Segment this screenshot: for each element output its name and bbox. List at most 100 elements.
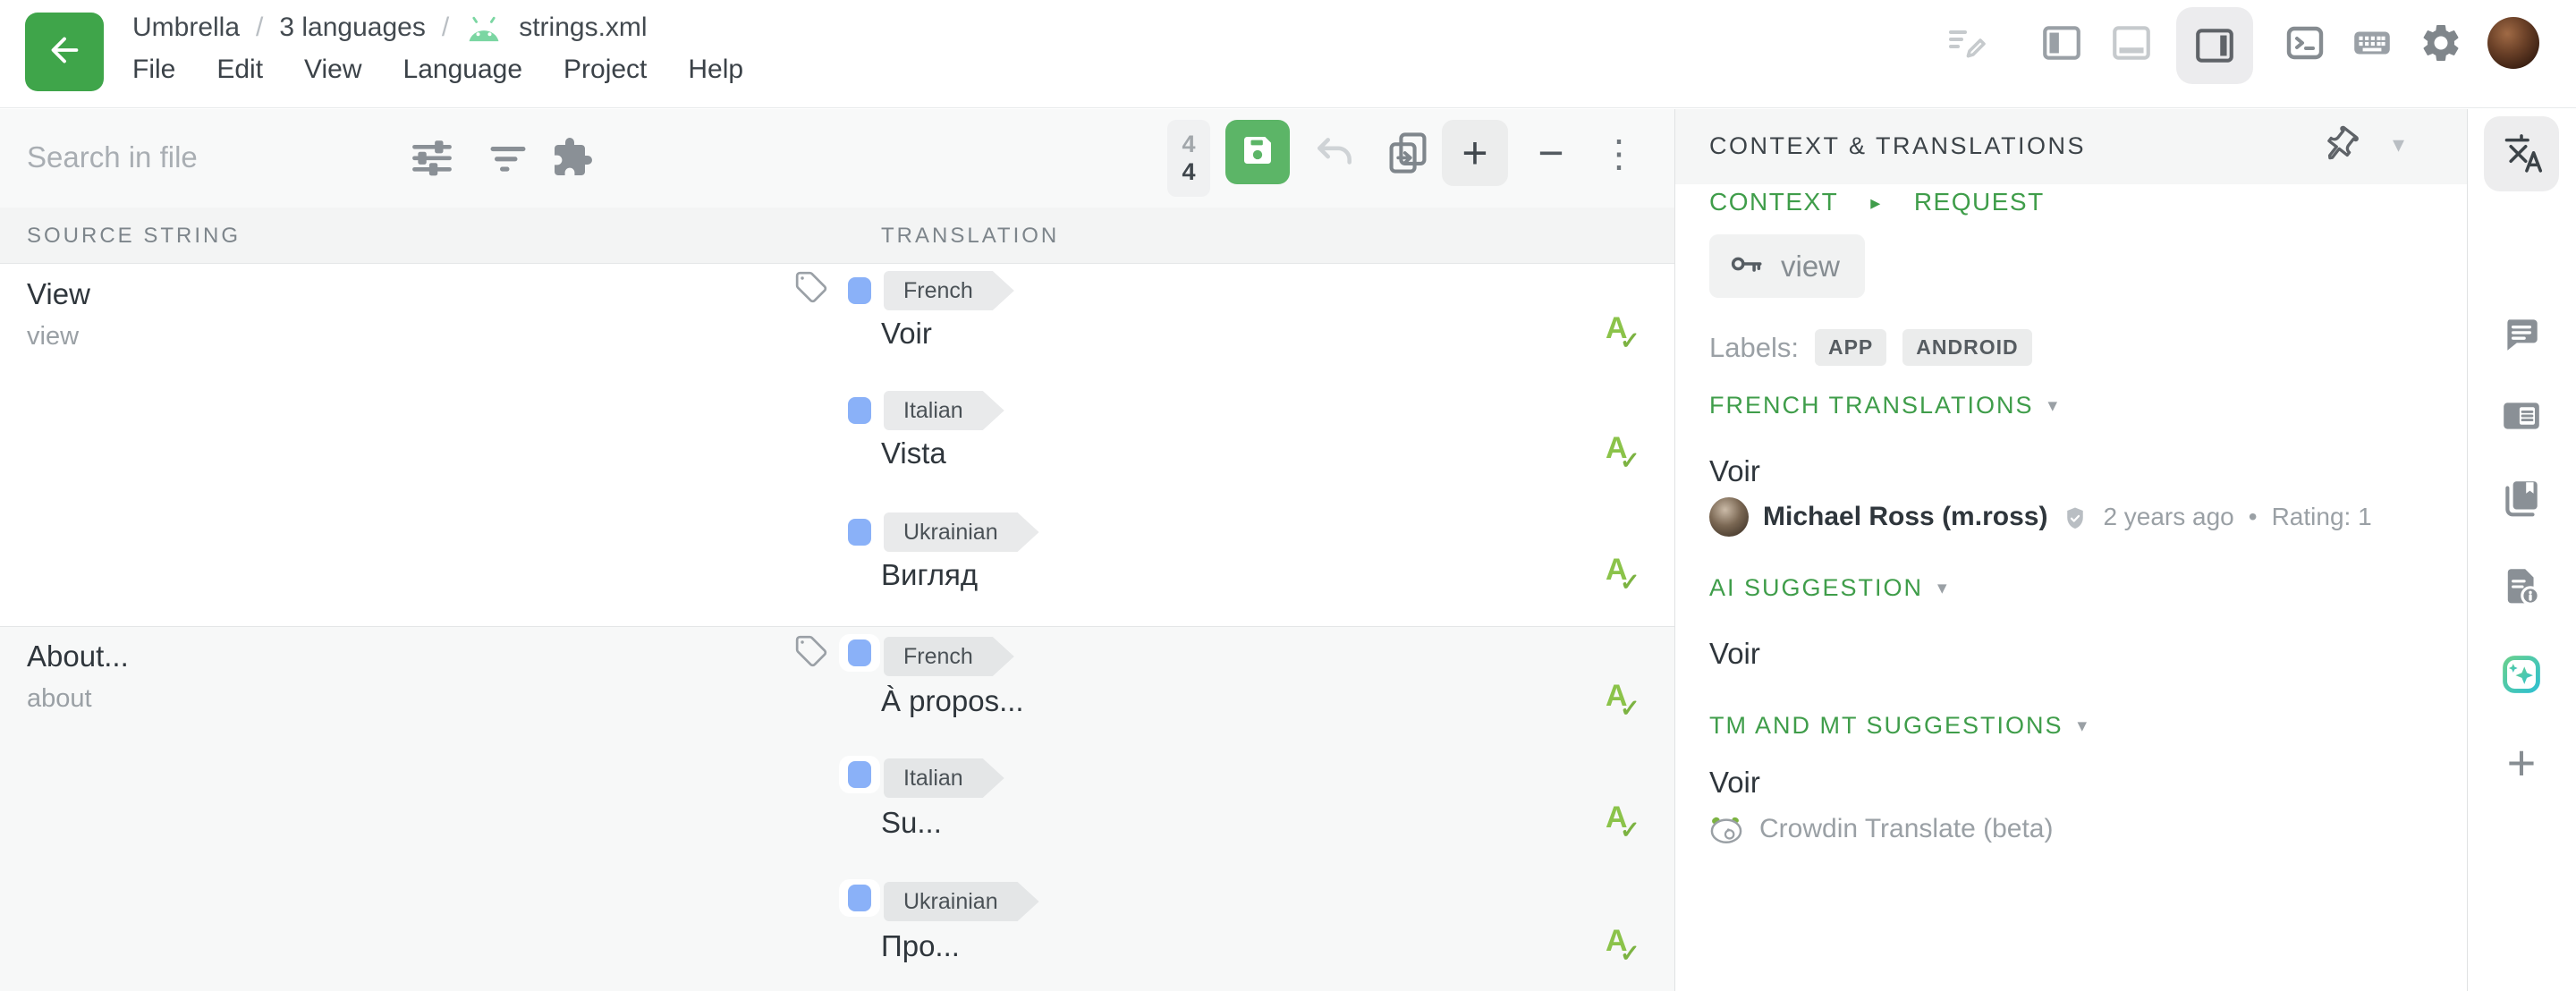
file-info-tab-icon[interactable] — [2498, 563, 2545, 610]
more-dots-icon: ⋮ — [1600, 131, 1638, 175]
remove-string-button[interactable]: − — [1521, 120, 1581, 186]
more-options-button[interactable]: ⋮ — [1594, 120, 1644, 186]
breadcrumb-file[interactable]: strings.xml — [519, 13, 647, 43]
translation-row-italian[interactable]: Su... — [881, 806, 942, 840]
approved-icon: A✓ — [1606, 553, 1645, 596]
translation-row-ukrainian[interactable]: Вигляд — [881, 558, 978, 592]
translation-author-row: Michael Ross (m.ross) 2 years ago • Rati… — [1709, 497, 2372, 537]
translation-status-bullet — [839, 756, 880, 793]
language-tag-label: Italian — [903, 766, 963, 792]
dot-separator: • — [2249, 503, 2258, 531]
translation-row-french[interactable]: À propos... — [881, 684, 1024, 718]
crowdin-editor-window: Umbrella / 3 languages / strings.xml Fil… — [0, 0, 2576, 991]
key-icon — [1727, 245, 1765, 287]
breadcrumb-languages[interactable]: 3 languages — [279, 13, 425, 43]
request-changes-icon[interactable] — [1942, 18, 1992, 68]
filter-settings-icon[interactable] — [407, 132, 457, 182]
menu-help[interactable]: Help — [688, 55, 743, 85]
breadcrumb-separator: / — [442, 13, 449, 43]
add-panel-tab-icon[interactable]: + — [2498, 740, 2545, 786]
settings-gear-icon[interactable] — [2416, 18, 2466, 68]
panel-left-toggle[interactable] — [2037, 18, 2087, 68]
string-key-chip[interactable]: view — [1709, 234, 1865, 298]
approved-icon: A✓ — [1606, 431, 1645, 474]
panel-tabs: CONTEXT ▸ REQUEST — [1709, 188, 2045, 216]
approved-icon: A✓ — [1606, 800, 1645, 843]
ai-suggestion-text[interactable]: Voir — [1709, 637, 1760, 671]
string-row-about[interactable]: About... about French À propos... A✓ Ita… — [0, 626, 1674, 991]
breadcrumb-project[interactable]: Umbrella — [132, 13, 240, 43]
suggestion-provider-row: Crowdin Translate (beta) — [1709, 814, 2053, 844]
provider-name: Crowdin Translate (beta) — [1759, 814, 2053, 844]
translation-status-bullet — [839, 634, 880, 672]
french-translations-section-header[interactable]: FRENCH TRANSLATIONS ▾ — [1709, 392, 2059, 419]
context-card-tab-icon[interactable] — [2498, 393, 2545, 439]
copy-source-button[interactable] — [1380, 120, 1436, 186]
save-button[interactable] — [1225, 120, 1290, 184]
string-key-text: view — [1781, 250, 1840, 284]
panel-header: CONTEXT & TRANSLATIONS ▾ — [1675, 109, 2468, 184]
label-chip-android: ANDROID — [1902, 329, 2031, 366]
string-row-view[interactable]: View view French Voir A✓ Italian Vista A… — [0, 265, 1674, 626]
back-button[interactable] — [25, 13, 104, 91]
pin-icon[interactable] — [2318, 123, 2362, 168]
panel-right-toggle[interactable] — [2176, 7, 2253, 84]
label-tag-icon[interactable] — [794, 634, 830, 670]
string-counts-badge: 4 4 — [1167, 120, 1210, 197]
glossary-book-tab-icon[interactable] — [2498, 475, 2545, 521]
caret-down-icon: ▾ — [1937, 577, 1949, 599]
save-floppy-icon — [1240, 132, 1275, 173]
filter-list-icon[interactable] — [483, 132, 533, 182]
tab-context[interactable]: CONTEXT — [1709, 188, 1838, 216]
panel-bottom-toggle[interactable] — [2106, 18, 2157, 68]
comments-tab-icon[interactable] — [2498, 311, 2545, 358]
translation-row-french[interactable]: Voir — [881, 317, 932, 351]
label-tag-icon[interactable] — [794, 270, 830, 306]
menu-language[interactable]: Language — [403, 55, 522, 85]
back-arrow-icon — [44, 30, 85, 75]
add-string-button[interactable]: + — [1442, 120, 1508, 186]
label-chip-app: APP — [1815, 329, 1886, 366]
panel-collapse-caret[interactable]: ▾ — [2393, 131, 2404, 158]
string-list: View view French Voir A✓ Italian Vista A… — [0, 265, 1674, 991]
menu-edit[interactable]: Edit — [216, 55, 263, 85]
author-name[interactable]: Michael Ross (m.ross) — [1763, 502, 2047, 532]
menu-view[interactable]: View — [304, 55, 361, 85]
keyboard-shortcuts-icon[interactable] — [2347, 18, 2397, 68]
menu-project[interactable]: Project — [564, 55, 647, 85]
context-expand-icon: ▸ — [1870, 191, 1882, 215]
count-bottom: 4 — [1182, 158, 1195, 186]
menu-file[interactable]: File — [132, 55, 175, 85]
breadcrumb: Umbrella / 3 languages / strings.xml — [132, 9, 648, 47]
language-tag-label: Ukrainian — [903, 520, 998, 546]
breadcrumb-separator: / — [256, 13, 263, 43]
user-avatar[interactable] — [2487, 17, 2539, 69]
count-top: 4 — [1182, 131, 1195, 158]
translation-rating: Rating: 1 — [2272, 503, 2372, 531]
approved-icon: A✓ — [1606, 924, 1645, 967]
minus-icon: − — [1538, 127, 1563, 179]
source-text: About... — [27, 639, 129, 673]
section-title: AI SUGGESTION — [1709, 574, 1923, 602]
editor-toolbar: 4 4 + − ⋮ — [0, 109, 1674, 208]
undo-button[interactable] — [1308, 120, 1361, 186]
translations-tab-icon[interactable] — [2484, 116, 2559, 191]
translation-row-ukrainian[interactable]: Про... — [881, 929, 960, 963]
tm-mt-suggestions-section-header[interactable]: TM AND MT SUGGESTIONS ▾ — [1709, 712, 2089, 740]
tab-request[interactable]: REQUEST — [1914, 188, 2045, 216]
translation-status-bullet — [839, 879, 880, 917]
language-tag-french: French — [884, 271, 1014, 310]
language-tag-label: French — [903, 644, 973, 670]
ai-assistant-tab-icon[interactable] — [2498, 651, 2545, 698]
console-icon[interactable] — [2280, 18, 2330, 68]
source-key: about — [27, 684, 92, 714]
language-tag-italian: Italian — [884, 758, 1004, 798]
language-tag-label: Ukrainian — [903, 889, 998, 915]
translation-time: 2 years ago — [2103, 503, 2233, 531]
translation-row-italian[interactable]: Vista — [881, 436, 946, 470]
tm-suggestion-text[interactable]: Voir — [1709, 766, 1760, 800]
french-translation-text[interactable]: Voir — [1709, 454, 1760, 488]
ai-suggestion-section-header[interactable]: AI SUGGESTION ▾ — [1709, 574, 1949, 602]
plugins-puzzle-icon[interactable] — [547, 132, 597, 182]
section-title: TM AND MT SUGGESTIONS — [1709, 712, 2063, 740]
